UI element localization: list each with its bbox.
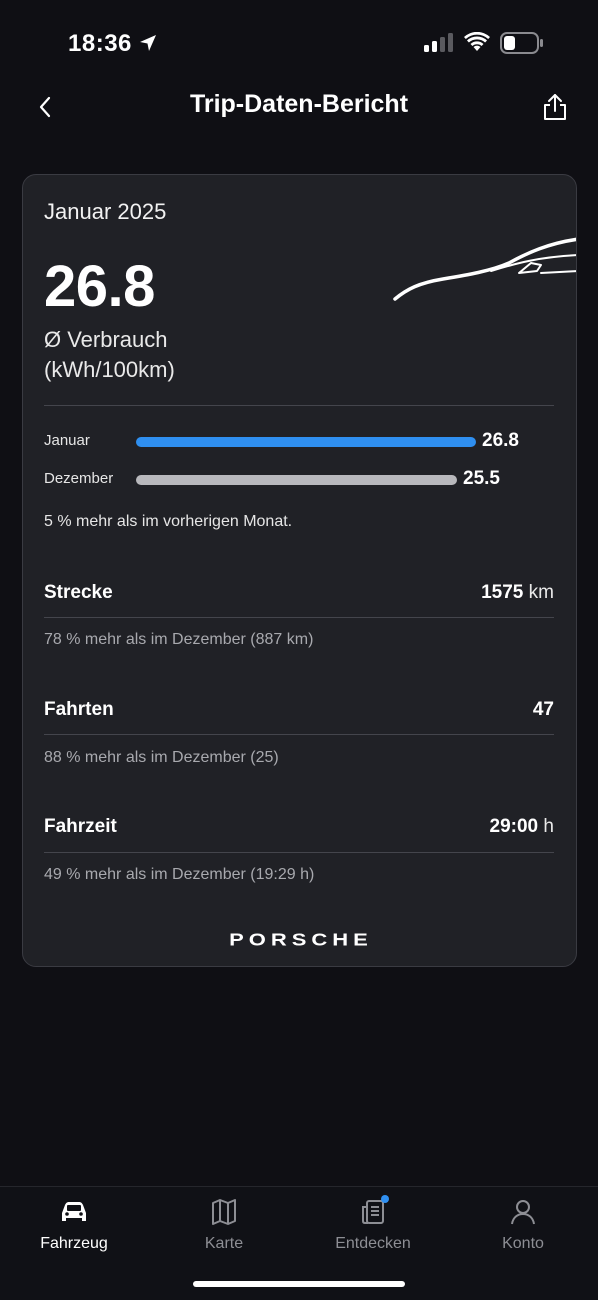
page-title: Trip-Daten-Bericht: [189, 90, 409, 118]
comparison-note: 5 % mehr als im vorherigen Monat.: [44, 513, 293, 530]
report-month: Januar 2025: [44, 199, 167, 224]
person-icon: [511, 1200, 535, 1225]
stat-label-distance: Strecke: [44, 582, 113, 603]
stat-value-drive-time: 29:00 h: [490, 816, 554, 838]
chevron-left-icon: [39, 96, 51, 118]
comparison-label-previous: Dezember: [44, 470, 114, 487]
trip-report-screen: 18:36 Trip-Daten-Bericht Januar 2025 26.…: [0, 0, 598, 1300]
notification-badge: [381, 1195, 389, 1203]
comparison-bar-previous: [136, 475, 457, 485]
stat-number: 1575: [481, 582, 524, 603]
comparison-value-current: 26.8: [482, 430, 519, 451]
stat-note-trips: 88 % mehr als im Dezember (25): [44, 749, 279, 766]
home-indicator[interactable]: [193, 1281, 405, 1287]
tab-discover[interactable]: Entdecken: [313, 1195, 433, 1253]
tab-label: Entdecken: [335, 1235, 411, 1252]
car-icon: [62, 1202, 86, 1221]
consumption-value: 26.8: [44, 254, 155, 319]
comparison-value-previous: 25.5: [463, 468, 500, 489]
stat-number: 29:00: [489, 816, 539, 837]
tab-map[interactable]: Karte: [164, 1197, 284, 1253]
status-time: 18:36: [68, 30, 132, 57]
divider: [44, 617, 554, 618]
tab-account[interactable]: Konto: [463, 1197, 583, 1253]
cellular-signal-icon: [423, 33, 455, 58]
tab-label: Fahrzeug: [40, 1235, 108, 1252]
stat-value-trips: 47: [533, 699, 554, 721]
brand-wordmark: PORSCHE: [229, 930, 373, 949]
location-arrow-icon: [139, 34, 157, 57]
tab-vehicle[interactable]: Fahrzeug: [14, 1197, 134, 1253]
status-bar: 18:36: [0, 0, 598, 86]
share-button[interactable]: [538, 90, 572, 124]
comparison-label-current: Januar: [44, 432, 90, 449]
consumption-label-line1: Ø Verbrauch: [44, 327, 168, 352]
divider: [44, 734, 554, 735]
porsche-wordmark-icon: PORSCHE: [229, 930, 373, 949]
stat-value-distance: 1575 km: [481, 582, 554, 604]
stat-unit: km: [528, 582, 554, 603]
tab-label: Konto: [502, 1235, 544, 1252]
consumption-label: Ø Verbrauch (kWh/100km): [44, 325, 175, 385]
divider: [44, 405, 554, 406]
stat-label-drive-time: Fahrzeit: [44, 816, 117, 837]
stat-note-distance: 78 % mehr als im Dezember (887 km): [44, 631, 314, 648]
wifi-icon: [464, 31, 490, 57]
divider: [44, 852, 554, 853]
battery-icon: [500, 32, 544, 59]
car-silhouette-icon: [391, 233, 576, 308]
share-icon: [544, 94, 566, 120]
stat-unit: h: [543, 816, 554, 837]
stat-note-drive-time: 49 % mehr als im Dezember (19:29 h): [44, 866, 315, 883]
back-button[interactable]: [30, 90, 60, 124]
map-icon: [212, 1199, 236, 1225]
tab-label: Karte: [204, 1235, 244, 1252]
comparison-bar-current: [136, 437, 476, 447]
stat-label-trips: Fahrten: [44, 699, 114, 720]
stat-number: 47: [532, 699, 554, 720]
porsche-logo: PORSCHE: [23, 927, 576, 949]
consumption-label-line2: (kWh/100km): [44, 357, 175, 382]
trip-report-card: Januar 2025 26.8 Ø Verbrauch (kWh/100km)…: [22, 174, 577, 967]
